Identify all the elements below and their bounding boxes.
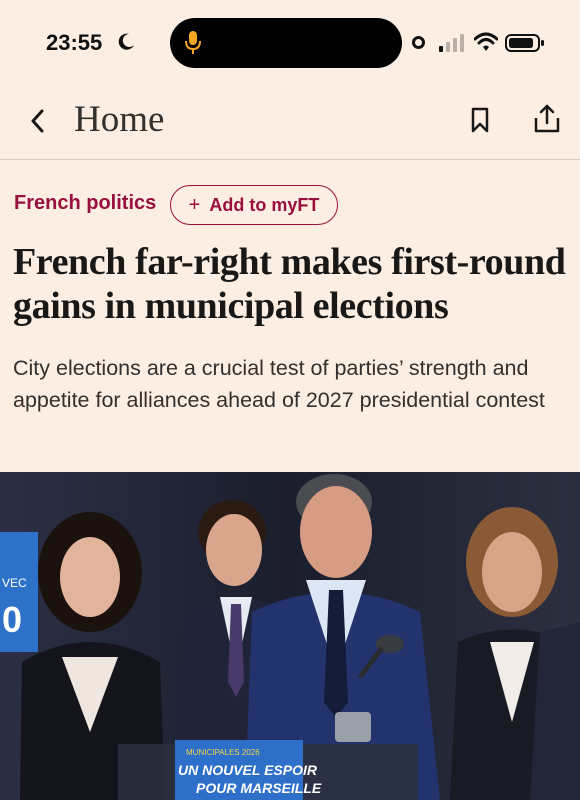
battery-icon	[505, 34, 544, 52]
recording-indicator	[412, 36, 425, 49]
moon-icon	[118, 33, 134, 50]
page-title: Home	[74, 99, 165, 140]
podium-sign-line2: POUR MARSEILLE	[196, 780, 322, 796]
status-time: 23:55	[46, 30, 103, 55]
campaign-banner: VEC 0	[0, 532, 38, 652]
podium-sign-small: MUNICIPALES 2026	[186, 748, 260, 757]
add-to-myft-label: Add to myFT	[209, 194, 320, 215]
add-to-myft-button[interactable]: + Add to myFT	[170, 185, 338, 225]
podium-sign-line1: UN NOUVEL ESPOIR	[178, 762, 318, 778]
microphone-icon	[185, 31, 201, 54]
status-bar: 23:55	[0, 0, 580, 80]
bookmark-icon[interactable]	[470, 107, 490, 133]
nav-header: Home	[0, 90, 580, 160]
banner-text: VEC	[2, 576, 27, 590]
topic-link[interactable]: French politics	[14, 192, 156, 215]
article-headline: French far-right makes first-round gains…	[13, 241, 566, 327]
chevron-left-icon[interactable]	[28, 108, 48, 134]
hero-image[interactable]: VEC 0 MUNICIPALES 2026 UN NOUVEL ESPOIR …	[0, 472, 580, 800]
article-standfirst: City elections are a crucial test of par…	[13, 356, 545, 412]
wifi-icon	[474, 32, 498, 51]
share-icon[interactable]	[533, 104, 561, 134]
svg-text:0: 0	[2, 599, 22, 640]
dynamic-island	[170, 18, 402, 68]
hero-photo: VEC 0 MUNICIPALES 2026 UN NOUVEL ESPOIR …	[0, 472, 580, 800]
cellular-signal-icon	[439, 34, 464, 52]
podium: MUNICIPALES 2026 UN NOUVEL ESPOIR POUR M…	[118, 740, 418, 800]
plus-icon: +	[188, 193, 201, 216]
